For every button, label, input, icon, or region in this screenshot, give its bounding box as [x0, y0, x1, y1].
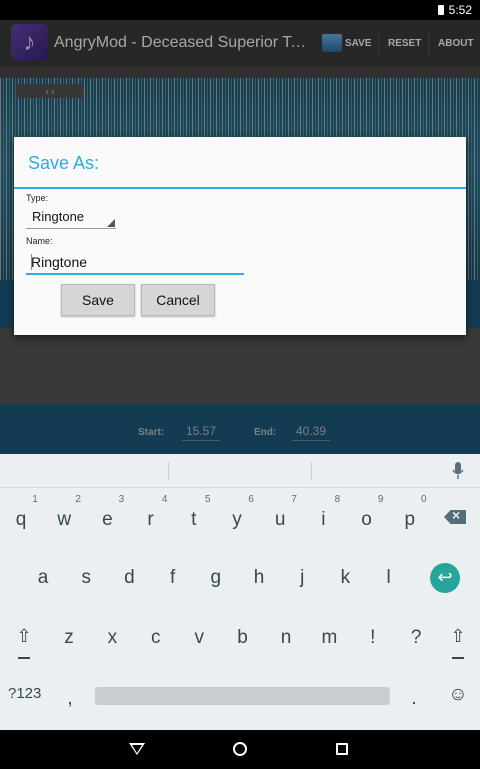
- battery-icon: [438, 5, 444, 15]
- key-m[interactable]: m: [311, 626, 347, 650]
- key-s[interactable]: s: [68, 566, 104, 590]
- key-d[interactable]: d: [111, 566, 147, 590]
- key-hint: 4: [161, 494, 168, 505]
- suggestion-strip: [0, 454, 480, 488]
- shift-underline: [452, 657, 464, 659]
- shift-underline: [18, 657, 30, 659]
- text-cursor: [31, 254, 32, 270]
- comma-key[interactable]: ,: [52, 687, 88, 711]
- status-bar: 5:52: [0, 0, 480, 20]
- navigation-bar: [0, 730, 480, 769]
- save-as-dialog: Save As: Type: Ringtone Name: Save Cance…: [14, 137, 466, 335]
- shift-left-key[interactable]: ⇧: [12, 626, 36, 647]
- suggestion-divider: [311, 462, 312, 480]
- key-x[interactable]: x: [94, 626, 130, 650]
- cancel-button[interactable]: Cancel: [141, 284, 215, 316]
- shift-right-key[interactable]: ⇧: [446, 626, 470, 647]
- recents-icon[interactable]: [336, 743, 348, 755]
- symbols-key[interactable]: ?123: [8, 685, 41, 702]
- dialog-title: Save As:: [28, 153, 100, 173]
- type-spinner[interactable]: Ringtone: [26, 207, 116, 229]
- home-icon[interactable]: [233, 742, 247, 756]
- key-a[interactable]: a: [25, 566, 61, 590]
- key-t[interactable]: t: [176, 508, 212, 532]
- key-q[interactable]: q: [3, 508, 39, 532]
- key-i[interactable]: i: [305, 508, 341, 532]
- key-k[interactable]: k: [327, 566, 363, 590]
- name-input[interactable]: [26, 251, 244, 275]
- key-p[interactable]: p: [392, 508, 428, 532]
- key-hint: 3: [118, 494, 125, 505]
- key-g[interactable]: g: [198, 566, 234, 590]
- suggestion-divider: [168, 462, 169, 480]
- key-e[interactable]: e: [89, 508, 125, 532]
- status-time: 5:52: [448, 3, 472, 17]
- key-h[interactable]: h: [241, 566, 277, 590]
- dialog-title-divider: [14, 187, 466, 189]
- key-r[interactable]: r: [133, 508, 169, 532]
- key-v[interactable]: v: [181, 626, 217, 650]
- key-y[interactable]: y: [219, 508, 255, 532]
- key-o[interactable]: o: [349, 508, 385, 532]
- key-hint: 7: [291, 494, 297, 505]
- key-c[interactable]: c: [138, 626, 174, 650]
- screen: 5:52 ♪ AngryMod - Deceased Superior Tech…: [0, 0, 480, 769]
- key-hint: 2: [75, 494, 81, 505]
- type-value: Ringtone: [32, 209, 85, 224]
- key-z[interactable]: z: [51, 626, 87, 650]
- back-icon[interactable]: [129, 743, 145, 755]
- key-n[interactable]: n: [268, 626, 304, 650]
- key-![interactable]: !: [355, 626, 391, 650]
- dropdown-triangle-icon: [107, 219, 115, 227]
- soft-keyboard: q 1w 2e 3r 4t 5y 6u 7i 8o 9p 0 asdfghjkl ↩ ⇧ zxcvb…: [0, 454, 480, 730]
- key-hint: 9: [377, 494, 384, 505]
- key-hint: 1: [32, 494, 38, 505]
- key-hint: 6: [248, 494, 254, 505]
- type-label: Type:: [26, 193, 49, 203]
- key-j[interactable]: j: [284, 566, 320, 590]
- key-f[interactable]: f: [155, 566, 191, 590]
- emoji-key[interactable]: ☺: [440, 683, 476, 707]
- key-w[interactable]: w: [46, 508, 82, 532]
- save-button[interactable]: Save: [61, 284, 135, 316]
- enter-key[interactable]: ↩: [430, 563, 460, 593]
- key-?[interactable]: ?: [398, 626, 434, 650]
- period-key[interactable]: .: [396, 687, 432, 711]
- key-hint: 8: [334, 494, 341, 505]
- space-key[interactable]: [95, 687, 390, 705]
- key-hint: 5: [205, 494, 211, 505]
- microphone-icon[interactable]: [452, 462, 464, 480]
- name-label: Name:: [26, 236, 53, 246]
- key-hint: 0: [421, 494, 427, 505]
- key-l[interactable]: l: [371, 566, 407, 590]
- backspace-key[interactable]: [444, 510, 466, 524]
- key-b[interactable]: b: [225, 626, 261, 650]
- key-u[interactable]: u: [262, 508, 298, 532]
